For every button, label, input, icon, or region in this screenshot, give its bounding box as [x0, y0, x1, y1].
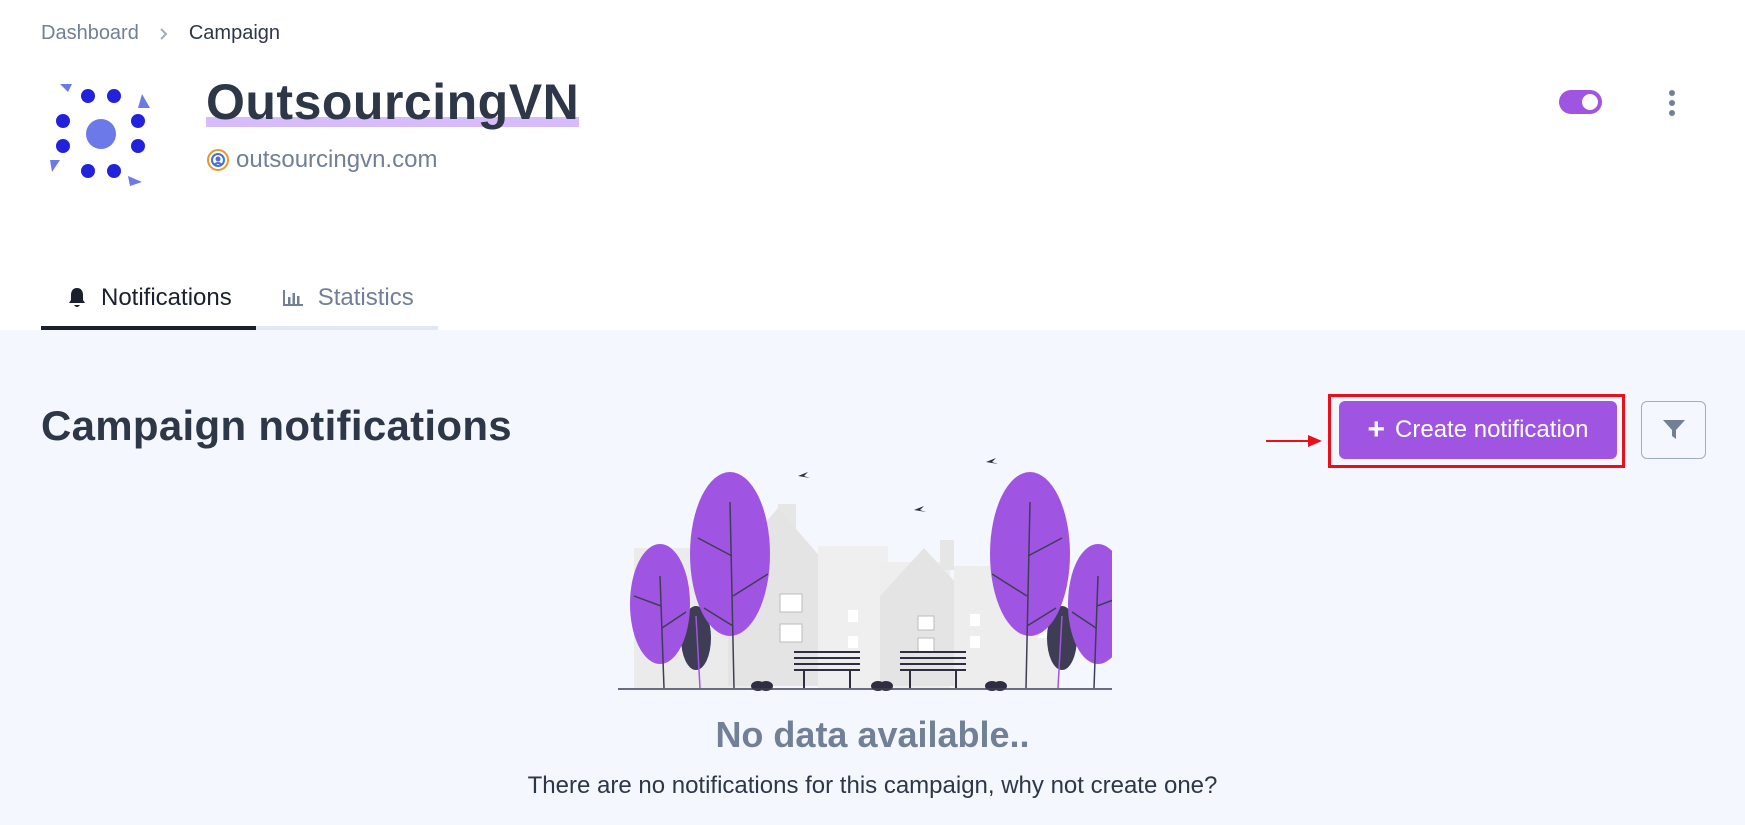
- create-notification-button[interactable]: + Create notification: [1339, 401, 1617, 459]
- campaign-domain: outsourcingvn.com: [206, 146, 437, 174]
- globe-icon: [207, 149, 229, 171]
- tab-statistics-label: Statistics: [317, 284, 414, 311]
- campaign-domain-text: outsourcingvn.com: [236, 146, 438, 173]
- bar-chart-icon: [282, 290, 303, 306]
- more-vertical-icon[interactable]: [1660, 88, 1684, 118]
- tab-notifications-label: Notifications: [101, 284, 232, 311]
- campaign-active-toggle[interactable]: [1559, 90, 1602, 114]
- campaign-title: OutsourcingVN: [206, 70, 580, 134]
- toggle-knob: [1582, 94, 1598, 110]
- plus-icon: +: [1367, 413, 1386, 446]
- breadcrumb: Dashboard Campaign: [41, 22, 280, 45]
- create-notification-label: Create notification: [1395, 416, 1589, 443]
- campaign-name: OutsourcingVN: [206, 74, 580, 130]
- filter-button[interactable]: [1641, 401, 1706, 459]
- empty-state-illustration: [618, 458, 1112, 691]
- campaign-header: Dashboard Campaign OutsourcingVN outsour…: [0, 0, 1745, 330]
- empty-state-subtitle: There are no notifications for this camp…: [527, 772, 1218, 799]
- tab-notifications[interactable]: Notifications: [41, 270, 256, 330]
- bell-icon: [69, 288, 85, 307]
- section-title: Campaign notifications: [41, 402, 512, 449]
- breadcrumb-current: Campaign: [188, 22, 281, 44]
- campaign-tabs: Notifications Statistics: [41, 270, 438, 330]
- tab-statistics[interactable]: Statistics: [255, 270, 438, 330]
- filter-icon: [1662, 420, 1685, 439]
- breadcrumb-dashboard-link[interactable]: Dashboard: [41, 22, 139, 45]
- chevron-right-icon: [159, 27, 169, 41]
- annotation-arrow-icon: [1266, 435, 1322, 447]
- campaign-logo-icon: [46, 80, 158, 190]
- empty-state-title: No data available..: [715, 714, 1030, 755]
- notifications-panel: Campaign notifications + Create notifica…: [0, 330, 1745, 825]
- campaign-title-wrap: OutsourcingVN: [206, 70, 580, 134]
